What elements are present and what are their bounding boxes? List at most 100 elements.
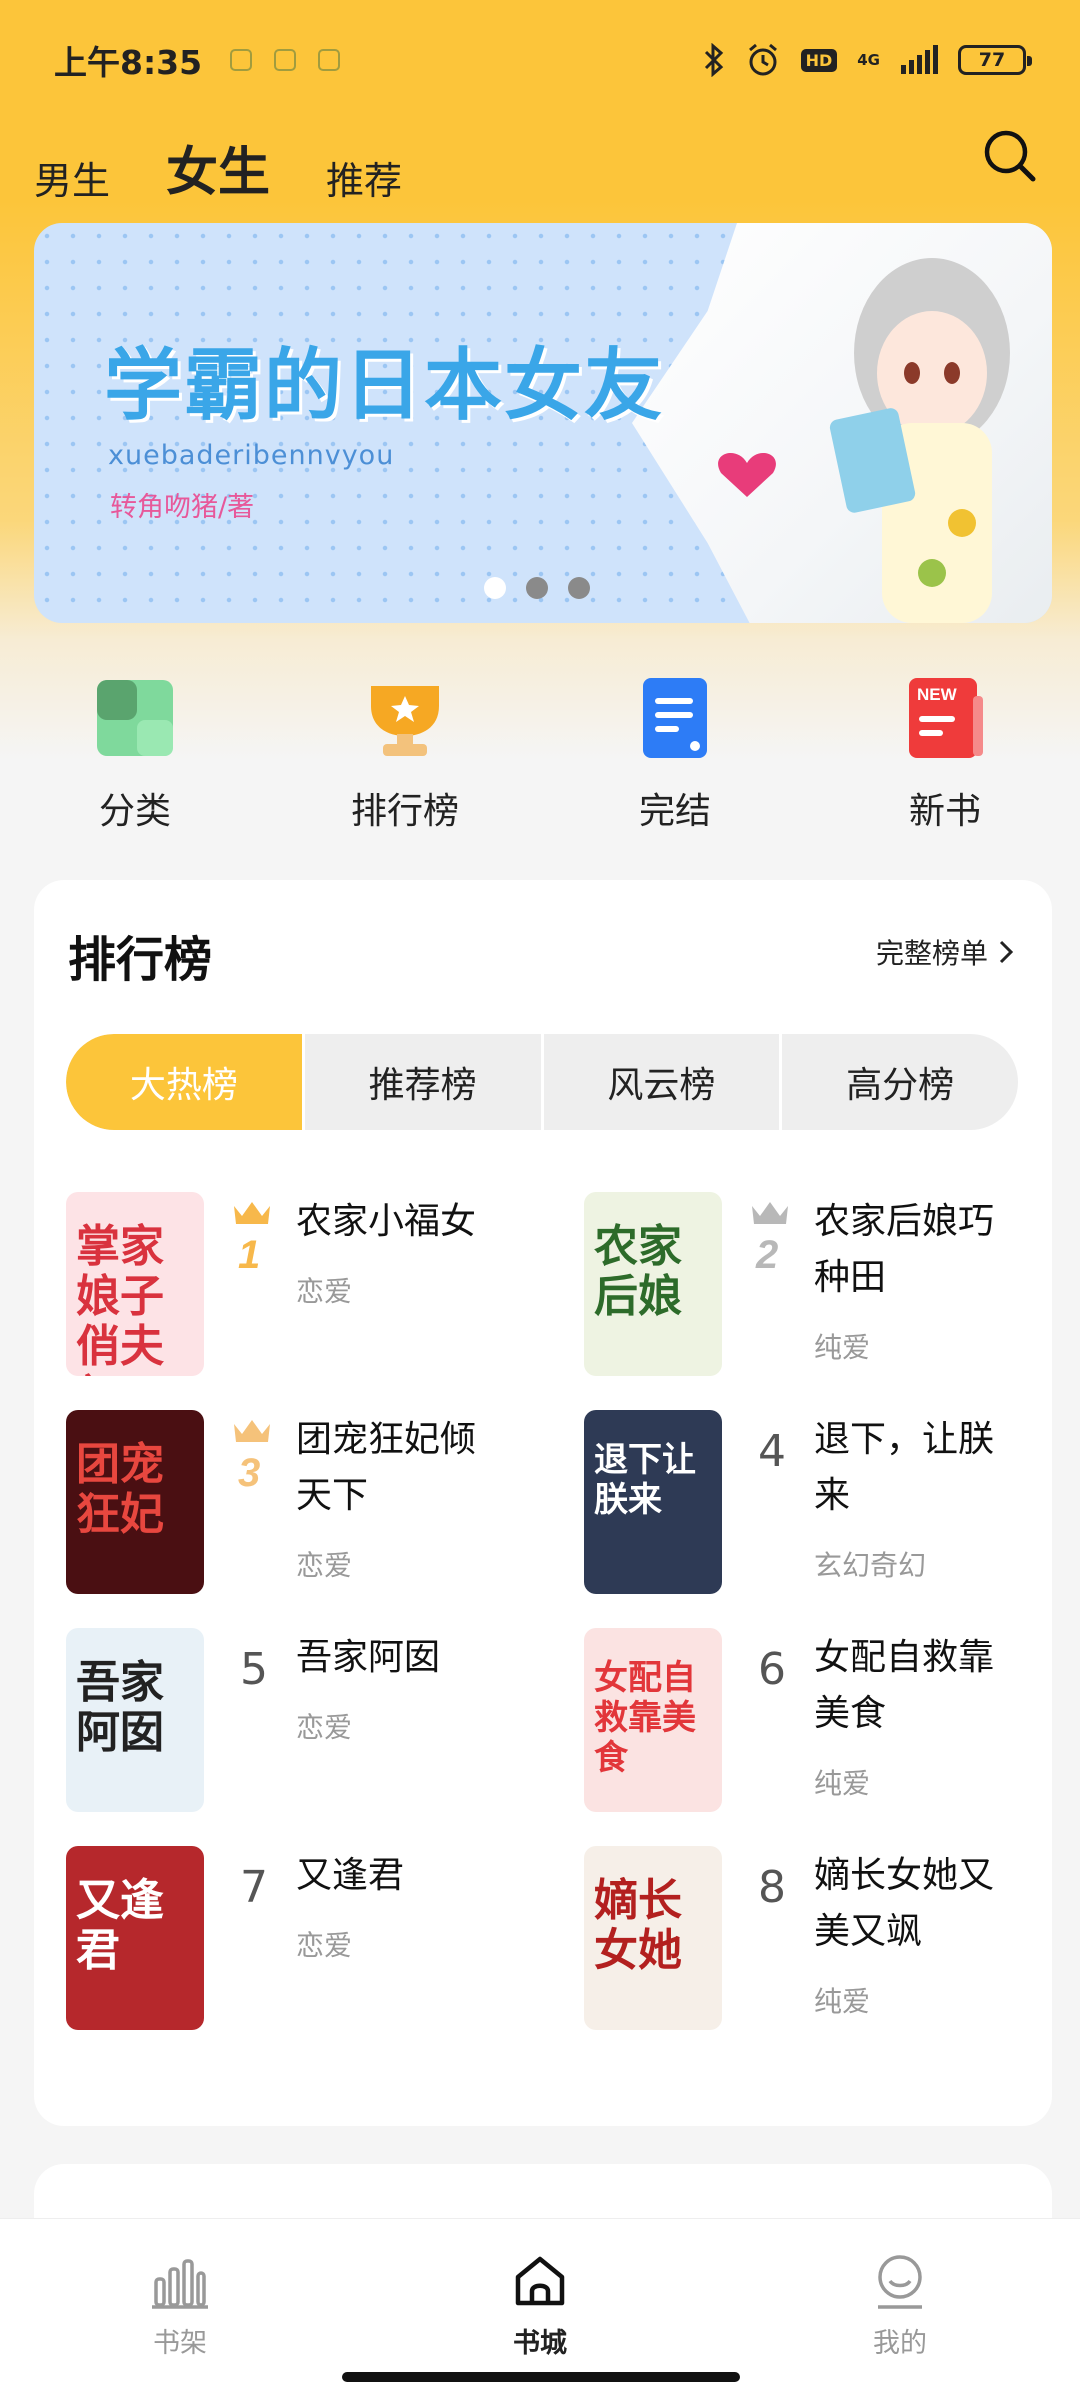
status-time: 上午8:35 [54,43,203,82]
quick-entry-label: 完结 [638,791,711,832]
book-genre: 玄幻奇幻 [814,1549,927,1582]
nav-label: 书城 [513,2328,567,2359]
quick-entry-ranking[interactable]: 排行榜 [270,676,540,836]
nav-label: 我的 [873,2328,927,2359]
book-title: 退下，让朕来 [814,1419,995,1516]
signal-icon [901,45,938,74]
app-notification-icon [318,49,341,71]
book-item[interactable]: 女配自救靠美食 6 女配自救靠美食 纯爱 [584,1628,1064,1818]
bookshelf-icon [152,2259,208,2309]
battery-indicator: 77 [958,45,1032,75]
nav-bookshelf[interactable]: 书架 [0,2219,360,2400]
silver-crown-icon: 2 [752,1202,788,1277]
book-title: 农家后娘巧种田 [814,1201,995,1298]
tab-recommend[interactable]: 推荐 [326,150,402,205]
book-genre: 纯爱 [814,1985,871,2018]
book-genre: 恋爱 [296,1711,353,1744]
ranking-tabs: 大热榜 推荐榜 风云榜 高分榜 [66,1034,1018,1130]
cover-title: 退下让朕来 [594,1440,696,1520]
search-icon[interactable] [982,128,1038,184]
book-title: 吾家阿囡 [296,1637,441,1678]
network-type: 4G [857,50,880,69]
full-ranking-link[interactable]: 完整榜单 [876,932,1014,972]
pagination-dot [526,577,548,599]
book-item[interactable]: 又逢君 7 又逢君 恋爱 [66,1846,546,2036]
quick-entry-label: 排行榜 [350,791,459,832]
promo-banner[interactable]: 学霸的日本女友 xuebaderibennvyou 转角吻猪/著 [34,223,1052,623]
chevron-right-icon [999,940,1014,964]
cover-title: 女配自救靠美食 [594,1658,696,1778]
bluetooth-icon [704,43,723,77]
book-cover: 女配自救靠美食 [584,1628,722,1812]
document-icon [643,678,707,758]
book-title: 又逢君 [296,1855,405,1896]
book-genre: 恋爱 [296,1929,353,1962]
hd-badge: HD [800,48,838,72]
book-cover: 嫡长女她 [584,1846,722,2030]
quick-entry-finished[interactable]: 完结 [540,676,810,836]
book-title: 嫡长女她又美又飒 [814,1855,995,1952]
banner-pagination [484,577,590,599]
home-indicator[interactable] [342,2372,740,2382]
book-cover: 退下让朕来 [584,1410,722,1594]
book-title: 团宠狂妃倾天下 [296,1419,477,1516]
book-item[interactable]: 农家后娘 2 农家后娘巧种田 纯爱 [584,1192,1064,1382]
gold-crown-icon: 1 [234,1202,270,1277]
banner-author: 转角吻猪/著 [110,492,255,523]
rank-number: 8 [758,1862,786,1913]
category-icon [97,680,173,756]
anime-girl-illustration [718,258,1010,623]
cover-title: 农家后娘 [594,1221,682,1322]
pagination-dot [568,577,590,599]
bronze-crown-icon: 3 [234,1420,270,1495]
tab-female[interactable]: 女生 [166,130,270,205]
quick-entry-label: 新书 [908,791,981,832]
tab-top-rated[interactable]: 高分榜 [782,1034,1018,1130]
book-genre: 纯爱 [814,1767,871,1800]
cover-title: 嫡长女她 [594,1875,682,1976]
banner-illustration [632,223,1052,623]
book-cover: 团宠狂妃 [66,1410,204,1594]
book-genre: 恋爱 [296,1549,353,1582]
nav-profile[interactable]: 我的 [720,2219,1080,2400]
channel-tabs: 男生 女生 推荐 [34,125,402,205]
notification-icons [230,49,341,71]
quick-entry-label: 分类 [98,791,171,832]
quick-entry-category[interactable]: 分类 [0,676,270,836]
book-genre: 恋爱 [296,1275,353,1308]
tab-hot[interactable]: 大热榜 [66,1034,305,1130]
book-genre: 纯爱 [814,1331,871,1364]
book-item[interactable]: 团宠狂妃 3 团宠狂妃倾天下 恋爱 [66,1410,546,1600]
quick-entry-new-books[interactable]: NEW 新书 [810,676,1080,836]
book-item[interactable]: 吾家阿囡 5 吾家阿囡 恋爱 [66,1628,546,1818]
book-item[interactable]: 退下让朕来 4 退下，让朕来 玄幻奇幻 [584,1410,1064,1600]
app-notification-icon [230,49,253,71]
tab-trending[interactable]: 风云榜 [544,1034,783,1130]
rank-number: 4 [758,1426,786,1477]
book-cover: 吾家阿囡 [66,1628,204,1812]
banner-title: 学霸的日本女友 [104,341,665,431]
svg-text:1: 1 [238,1233,260,1277]
book-title: 女配自救靠美食 [814,1637,995,1734]
tab-recommended[interactable]: 推荐榜 [305,1034,544,1130]
svg-text:NEW: NEW [917,685,958,704]
new-book-icon: NEW [909,678,983,758]
banner-pinyin: xuebaderibennvyou [108,440,395,471]
alarm-icon [748,43,777,76]
rank-number: 7 [240,1862,268,1913]
nav-label: 书架 [153,2328,207,2359]
ranking-card: 排行榜 完整榜单 大热榜 推荐榜 风云榜 高分榜 掌家娘子俏夫郎 1 农家小福女… [34,880,1052,2126]
cover-title: 掌家娘子俏夫郎 [76,1221,164,1377]
tab-male[interactable]: 男生 [34,150,110,205]
ranking-title: 排行榜 [68,932,213,988]
cover-title: 团宠狂妃 [76,1439,164,1540]
pagination-dot [484,577,506,599]
book-cover: 又逢君 [66,1846,204,2030]
book-item[interactable]: 掌家娘子俏夫郎 1 农家小福女 恋爱 [66,1192,546,1382]
book-cover: 掌家娘子俏夫郎 [66,1192,204,1376]
rank-number: 6 [758,1644,786,1695]
full-ranking-label: 完整榜单 [875,937,988,970]
book-item[interactable]: 嫡长女她 8 嫡长女她又美又飒 纯爱 [584,1846,1064,2036]
book-title: 农家小福女 [296,1201,477,1242]
cover-title: 又逢君 [76,1875,164,1976]
